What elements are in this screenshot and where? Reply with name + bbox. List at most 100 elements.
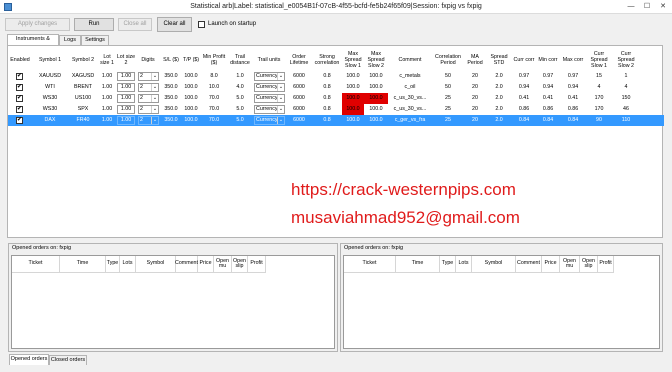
tab-opened-orders[interactable]: Opened orders	[9, 354, 49, 365]
column-header[interactable]: Trail units	[252, 49, 286, 71]
trail-units-select[interactable]: Currency ⌄	[254, 116, 285, 125]
enabled-checkbox[interactable]: ✔	[16, 106, 23, 113]
order-column-header[interactable]: Profit	[598, 256, 614, 273]
trail-units-select[interactable]: Currency ⌄	[254, 72, 285, 81]
column-header[interactable]: Max Spread Slow 1	[342, 49, 364, 71]
apply-changes-button[interactable]: Apply changes	[5, 18, 70, 31]
table-row[interactable]: ✔ WTI BRENT 1.00 1.00 2 ⌄ 350.0 100.0 10.0 4.0 Curr…	[8, 82, 664, 93]
table-row[interactable]: ✔ XAUUSD XAGUSD 1.00 1.00 2 ⌄ 350.0 100.0 8.0 1.0 C…	[8, 71, 664, 82]
tab-logs[interactable]: Logs	[59, 35, 81, 45]
digits-select[interactable]: 2 ⌄	[138, 94, 159, 103]
lot-size-2-input[interactable]: 1.00	[117, 72, 135, 81]
column-header[interactable]: MA Period	[464, 49, 486, 71]
order-column-header[interactable]: Comment	[516, 256, 542, 273]
column-header[interactable]: Curr Spread Slow 2	[612, 49, 640, 71]
order-column-header[interactable]: Type	[440, 256, 456, 273]
column-header[interactable]: Max corr	[560, 49, 586, 71]
order-column-header[interactable]: Lots	[120, 256, 136, 273]
lot-size-2-input[interactable]: 1.00	[117, 94, 135, 103]
chevron-down-icon[interactable]: ⌄	[277, 106, 284, 113]
enabled-checkbox[interactable]: ✔	[16, 95, 23, 102]
order-column-header[interactable]: Ticket	[344, 256, 396, 273]
column-header[interactable]: Curr corr	[512, 49, 536, 71]
digits-select[interactable]: 2 ⌄	[138, 116, 159, 125]
order-column-header[interactable]: Profit	[248, 256, 266, 273]
maximize-button[interactable]: ☐	[640, 2, 654, 12]
table-cell: 0.8	[323, 84, 331, 90]
table-row[interactable]: ✔ DAX FR40 1.00 1.00 2 ⌄ 350.0 100.0 70.0 5.0 Curre…	[8, 115, 664, 126]
column-header[interactable]: Enabled	[8, 49, 32, 71]
order-column-header[interactable]: Open slip	[580, 256, 598, 273]
chevron-down-icon[interactable]: ⌄	[151, 73, 158, 80]
clear-all-button[interactable]: Clear all	[157, 17, 192, 32]
order-column-header[interactable]: Open mu	[214, 256, 232, 273]
column-header[interactable]: Order Lifetime	[286, 49, 312, 71]
column-header[interactable]: Comment	[388, 49, 432, 71]
chevron-down-icon[interactable]: ⌄	[277, 95, 284, 102]
column-header[interactable]: Min corr	[536, 49, 560, 71]
tab-settings[interactable]: Settings	[81, 35, 109, 45]
digits-select[interactable]: 2 ⌄	[138, 83, 159, 92]
enabled-checkbox[interactable]: ✔	[16, 117, 23, 124]
table-cell: WS30	[42, 95, 58, 101]
run-button[interactable]: Run	[74, 18, 114, 31]
column-header[interactable]: Correlation Period	[432, 49, 464, 71]
trail-units-select[interactable]: Currency ⌄	[254, 83, 285, 92]
order-column-header[interactable]: Time	[396, 256, 440, 273]
table-row[interactable]: ✔ WS30 US100 1.00 1.00 2 ⌄ 350.0 100.0 70.0 5.0 Cur…	[8, 93, 664, 104]
order-column-header[interactable]: Symbol	[136, 256, 176, 273]
chevron-down-icon[interactable]: ⌄	[151, 84, 158, 91]
order-column-header[interactable]: Type	[106, 256, 120, 273]
minimize-button[interactable]: —	[624, 2, 638, 12]
digits-select[interactable]: 2 ⌄	[138, 72, 159, 81]
order-column-header[interactable]: Ticket	[12, 256, 60, 273]
lot-size-2-input[interactable]: 1.00	[117, 105, 135, 114]
column-header[interactable]: Symbol 2	[68, 49, 98, 71]
lot-size-2-input[interactable]: 1.00	[117, 116, 135, 125]
close-button[interactable]: ✕	[656, 2, 670, 12]
column-header[interactable]: Lot size 2	[116, 49, 136, 71]
tab-instruments-orders[interactable]: Instruments & Orders	[7, 34, 59, 51]
chevron-down-icon[interactable]: ⌄	[151, 95, 158, 102]
enabled-checkbox[interactable]: ✔	[16, 73, 23, 80]
column-header[interactable]: Max Spread Slow 2	[364, 49, 388, 71]
order-column-header[interactable]: Symbol	[472, 256, 516, 273]
trail-units-select[interactable]: Currency ⌄	[254, 94, 285, 103]
order-column-header[interactable]: Price	[198, 256, 214, 273]
enabled-checkbox[interactable]: ✔	[16, 84, 23, 91]
order-column-header[interactable]: Comment	[175, 256, 198, 273]
chevron-down-icon[interactable]: ⌄	[151, 117, 158, 124]
table-cell: 0.97	[542, 73, 554, 79]
order-column-header[interactable]: Price	[542, 256, 560, 273]
launch-on-startup-checkbox[interactable]	[198, 21, 205, 28]
column-header[interactable]: Lot size 1	[98, 49, 116, 71]
column-header[interactable]: Trail distance	[228, 49, 252, 71]
table-cell: 50	[445, 73, 451, 79]
order-column-header[interactable]: Open mu	[560, 256, 580, 273]
chevron-down-icon[interactable]: ⌄	[151, 106, 158, 113]
chevron-down-icon[interactable]: ⌄	[277, 117, 284, 124]
column-header[interactable]: T/P ($)	[182, 49, 200, 71]
digits-select[interactable]: 2 ⌄	[138, 105, 159, 114]
trail-units-select[interactable]: Currency ⌄	[254, 105, 285, 114]
chevron-down-icon[interactable]: ⌄	[277, 73, 284, 80]
column-header[interactable]: S/L ($)	[160, 49, 182, 71]
lot-size-2-input[interactable]: 1.00	[117, 83, 135, 92]
column-header[interactable]: Strong correlation	[312, 49, 342, 71]
column-header[interactable]: Curr Spread Slow 1	[586, 49, 612, 71]
order-column-header[interactable]: Time	[60, 256, 106, 273]
table-cell: 70.0	[208, 117, 220, 123]
orders-table-right[interactable]: Ticket Time Type Lots Symbol Comment Price Open…	[343, 255, 660, 349]
column-header[interactable]: Digits	[136, 49, 160, 71]
order-column-header[interactable]: Open slip	[232, 256, 248, 273]
table-row[interactable]: ✔ WS30 SPX 1.00 1.00 2 ⌄ 350.0 100.0 70.0 5.0 Curre…	[8, 104, 664, 115]
order-column-header[interactable]: Lots	[456, 256, 472, 273]
column-header[interactable]: Spread STD	[486, 49, 512, 71]
tab-closed-orders[interactable]: Closed orders	[49, 355, 87, 365]
chevron-down-icon[interactable]: ⌄	[277, 84, 284, 91]
column-header[interactable]: Symbol 1	[32, 49, 68, 71]
orders-table-left[interactable]: Ticket Time Type Lots Symbol Comment Price Open…	[11, 255, 335, 349]
column-header[interactable]: Min Profit ($)	[200, 49, 228, 71]
close-all-button[interactable]: Close all	[118, 18, 152, 31]
table-cell: 10.0	[208, 84, 220, 90]
